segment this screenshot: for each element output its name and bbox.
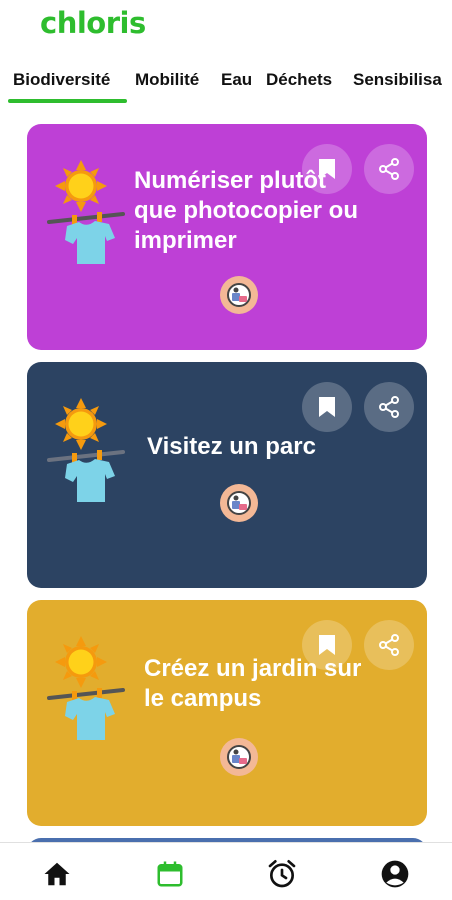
card-title: Numériser plutôt que photocopier ou impr… xyxy=(134,167,358,254)
share-icon xyxy=(379,396,399,418)
nav-account[interactable] xyxy=(378,857,412,891)
avatar-icon xyxy=(220,484,258,522)
tab-biodiversite[interactable]: Biodiversité xyxy=(13,70,110,90)
active-tab-indicator xyxy=(8,99,127,103)
share-button[interactable] xyxy=(364,382,414,432)
tab-eau[interactable]: Eau xyxy=(221,70,252,90)
alarm-clock-icon xyxy=(268,860,296,888)
action-card[interactable]: Visitez un parc xyxy=(27,362,427,588)
card-title: Créez un jardin sur le campus xyxy=(144,655,362,712)
app-logo: chloris xyxy=(40,6,146,40)
app-header: chloris xyxy=(0,0,452,60)
account-icon xyxy=(381,860,409,888)
bookmark-icon xyxy=(319,397,335,417)
category-tabs: Biodiversité Mobilité Eau Déchets Sensib… xyxy=(0,62,452,104)
laundry-sun-illustration xyxy=(45,636,125,756)
calendar-icon xyxy=(157,861,183,887)
tab-sensibilisation[interactable]: Sensibilisa xyxy=(353,70,442,90)
laundry-sun-illustration xyxy=(45,398,125,518)
nav-home[interactable] xyxy=(40,857,74,891)
tab-dechets[interactable]: Déchets xyxy=(266,70,332,90)
avatar-icon xyxy=(220,738,258,776)
avatar-icon xyxy=(220,276,258,314)
home-icon xyxy=(44,862,70,886)
card-title: Visitez un parc xyxy=(147,433,316,460)
nav-reminders[interactable] xyxy=(265,857,299,891)
laundry-sun-illustration xyxy=(45,160,125,280)
tab-mobilite[interactable]: Mobilité xyxy=(135,70,199,90)
action-card[interactable]: Créez un jardin sur le campus xyxy=(27,600,427,826)
bottom-navigation xyxy=(0,842,452,900)
action-card[interactable]: Numériser plutôt que photocopier ou impr… xyxy=(27,124,427,350)
bookmark-button[interactable] xyxy=(302,382,352,432)
bookmark-icon xyxy=(319,635,335,655)
share-icon xyxy=(379,158,399,180)
nav-calendar[interactable] xyxy=(153,857,187,891)
